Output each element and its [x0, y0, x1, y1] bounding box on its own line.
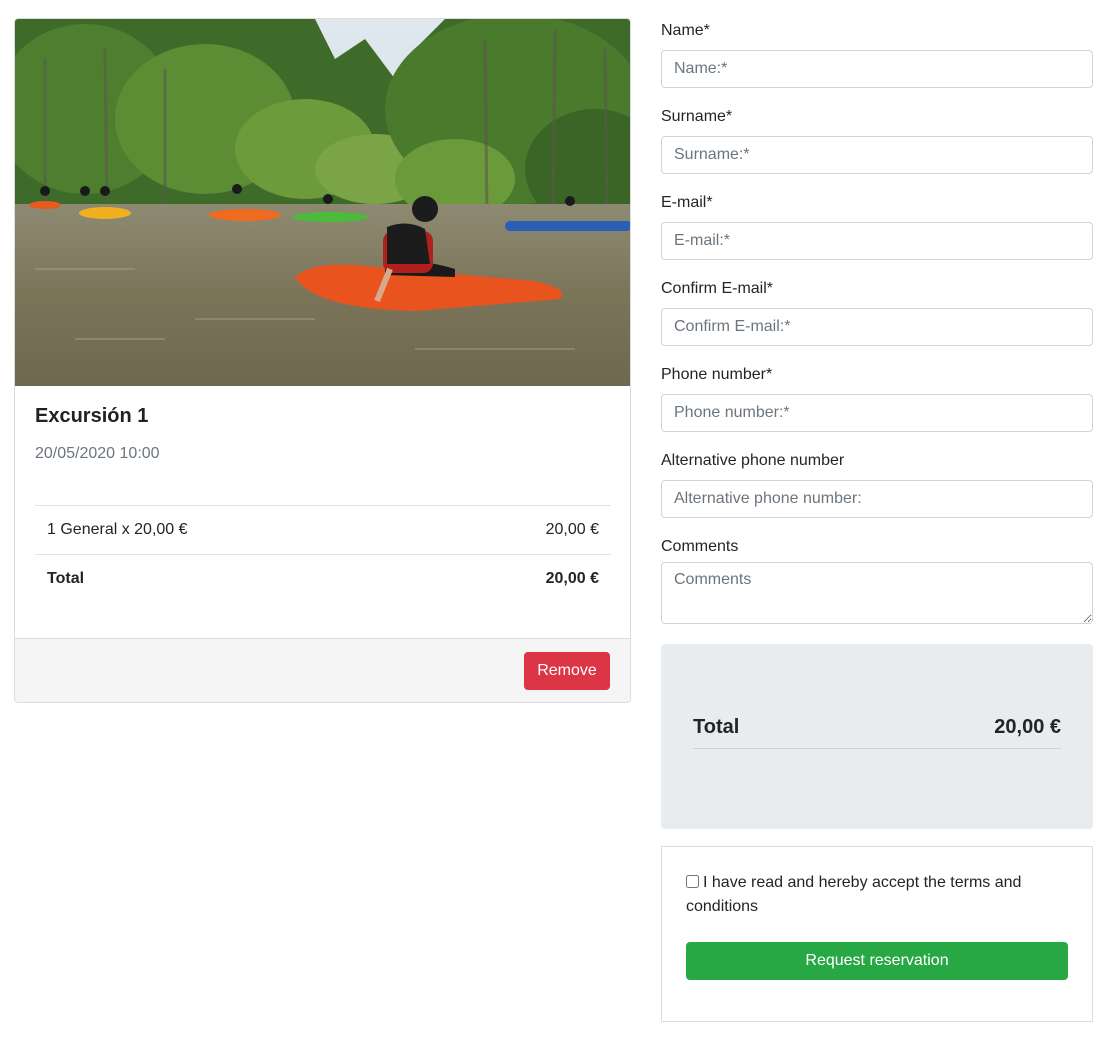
- excursion-card: Excursión 1 20/05/2020 10:00 1 General x…: [14, 18, 631, 703]
- surname-label: Surname*: [661, 108, 733, 125]
- excursion-photo: [15, 19, 630, 386]
- excursion-title: Excursión 1: [35, 405, 149, 427]
- terms-text: I have read and hereby accept the terms …: [686, 874, 1022, 915]
- summary-total-amount: 20,00 €: [994, 716, 1061, 738]
- confirm-email-input[interactable]: [661, 308, 1093, 346]
- price-total-row: Total 20,00 €: [35, 554, 611, 603]
- remove-button[interactable]: Remove: [524, 652, 610, 690]
- comments-textarea[interactable]: [661, 562, 1093, 624]
- terms-panel: I have read and hereby accept the terms …: [661, 846, 1093, 1022]
- phone-input[interactable]: [661, 394, 1093, 432]
- request-reservation-button[interactable]: Request reservation: [686, 942, 1068, 980]
- reservation-form: Name* Surname* E-mail* Confirm E-mail* P…: [661, 20, 1093, 654]
- price-line-label: 1 General x 20,00 €: [47, 521, 188, 538]
- comments-field-group: Comments: [661, 536, 1093, 654]
- summary-total-row: Total 20,00 €: [693, 707, 1061, 749]
- summary-total-label: Total: [693, 716, 740, 738]
- phone-label: Phone number*: [661, 366, 773, 383]
- price-breakdown: 1 General x 20,00 € 20,00 € Total 20,00 …: [35, 505, 611, 603]
- terms-row: I have read and hereby accept the terms …: [686, 871, 1066, 919]
- alt-phone-field-group: Alternative phone number: [661, 450, 1093, 536]
- confirm-email-label: Confirm E-mail*: [661, 280, 774, 297]
- email-input[interactable]: [661, 222, 1093, 260]
- terms-checkbox[interactable]: [686, 875, 699, 888]
- name-label: Name*: [661, 22, 710, 39]
- excursion-date: 20/05/2020 10:00: [35, 445, 160, 462]
- price-total-label: Total: [47, 570, 85, 587]
- price-line-amount: 20,00 €: [545, 521, 599, 538]
- alt-phone-input[interactable]: [661, 480, 1093, 518]
- card-footer: Remove: [15, 638, 630, 702]
- alt-phone-label: Alternative phone number: [661, 452, 845, 469]
- email-label: E-mail*: [661, 194, 713, 211]
- name-input[interactable]: [661, 50, 1093, 88]
- name-field-group: Name*: [661, 20, 1093, 106]
- surname-input[interactable]: [661, 136, 1093, 174]
- surname-field-group: Surname*: [661, 106, 1093, 192]
- order-summary: Total 20,00 €: [661, 644, 1093, 829]
- confirm-email-field-group: Confirm E-mail*: [661, 278, 1093, 364]
- phone-field-group: Phone number*: [661, 364, 1093, 450]
- price-total-amount: 20,00 €: [545, 570, 599, 587]
- email-field-group: E-mail*: [661, 192, 1093, 278]
- price-line: 1 General x 20,00 € 20,00 €: [35, 505, 611, 554]
